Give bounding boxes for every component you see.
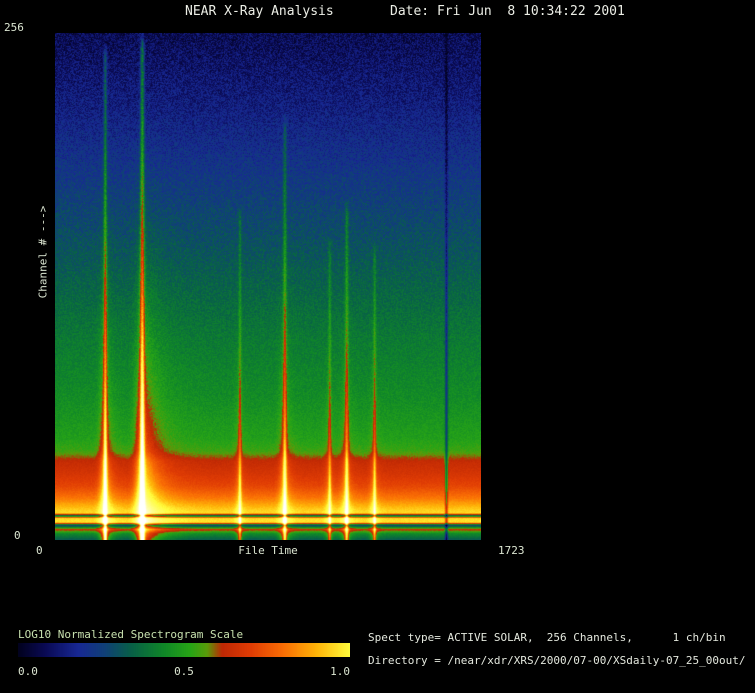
y-axis-min-label: 0 bbox=[14, 529, 21, 542]
near-xray-analysis-window: NEAR X-Ray Analysis Date: Fri Jun 8 10:3… bbox=[0, 0, 755, 693]
page-title: NEAR X-Ray Analysis bbox=[185, 4, 334, 19]
x-axis-min-label: 0 bbox=[36, 544, 43, 557]
colorbar-canvas bbox=[18, 643, 350, 657]
y-axis-max-label: 256 bbox=[4, 21, 24, 34]
spectrogram-canvas bbox=[55, 33, 481, 540]
colorbar-tick-mid: 0.5 bbox=[174, 665, 194, 678]
colorbar-tick-min: 0.0 bbox=[18, 665, 38, 678]
colorbar-tick-max: 1.0 bbox=[330, 665, 350, 678]
x-axis-title: File Time bbox=[238, 544, 298, 557]
x-axis-max-label: 1723 bbox=[498, 544, 525, 557]
colorbar-title: LOG10 Normalized Spectrogram Scale bbox=[18, 628, 244, 641]
y-axis-title: Channel # ---> bbox=[36, 205, 50, 299]
date-label: Date: Fri Jun 8 10:34:22 2001 bbox=[390, 4, 625, 19]
spect-type-line: Spect type= ACTIVE SOLAR, 256 Channels, … bbox=[368, 631, 726, 644]
directory-line: Directory = /near/xdr/XRS/2000/07-00/XSd… bbox=[368, 654, 746, 667]
